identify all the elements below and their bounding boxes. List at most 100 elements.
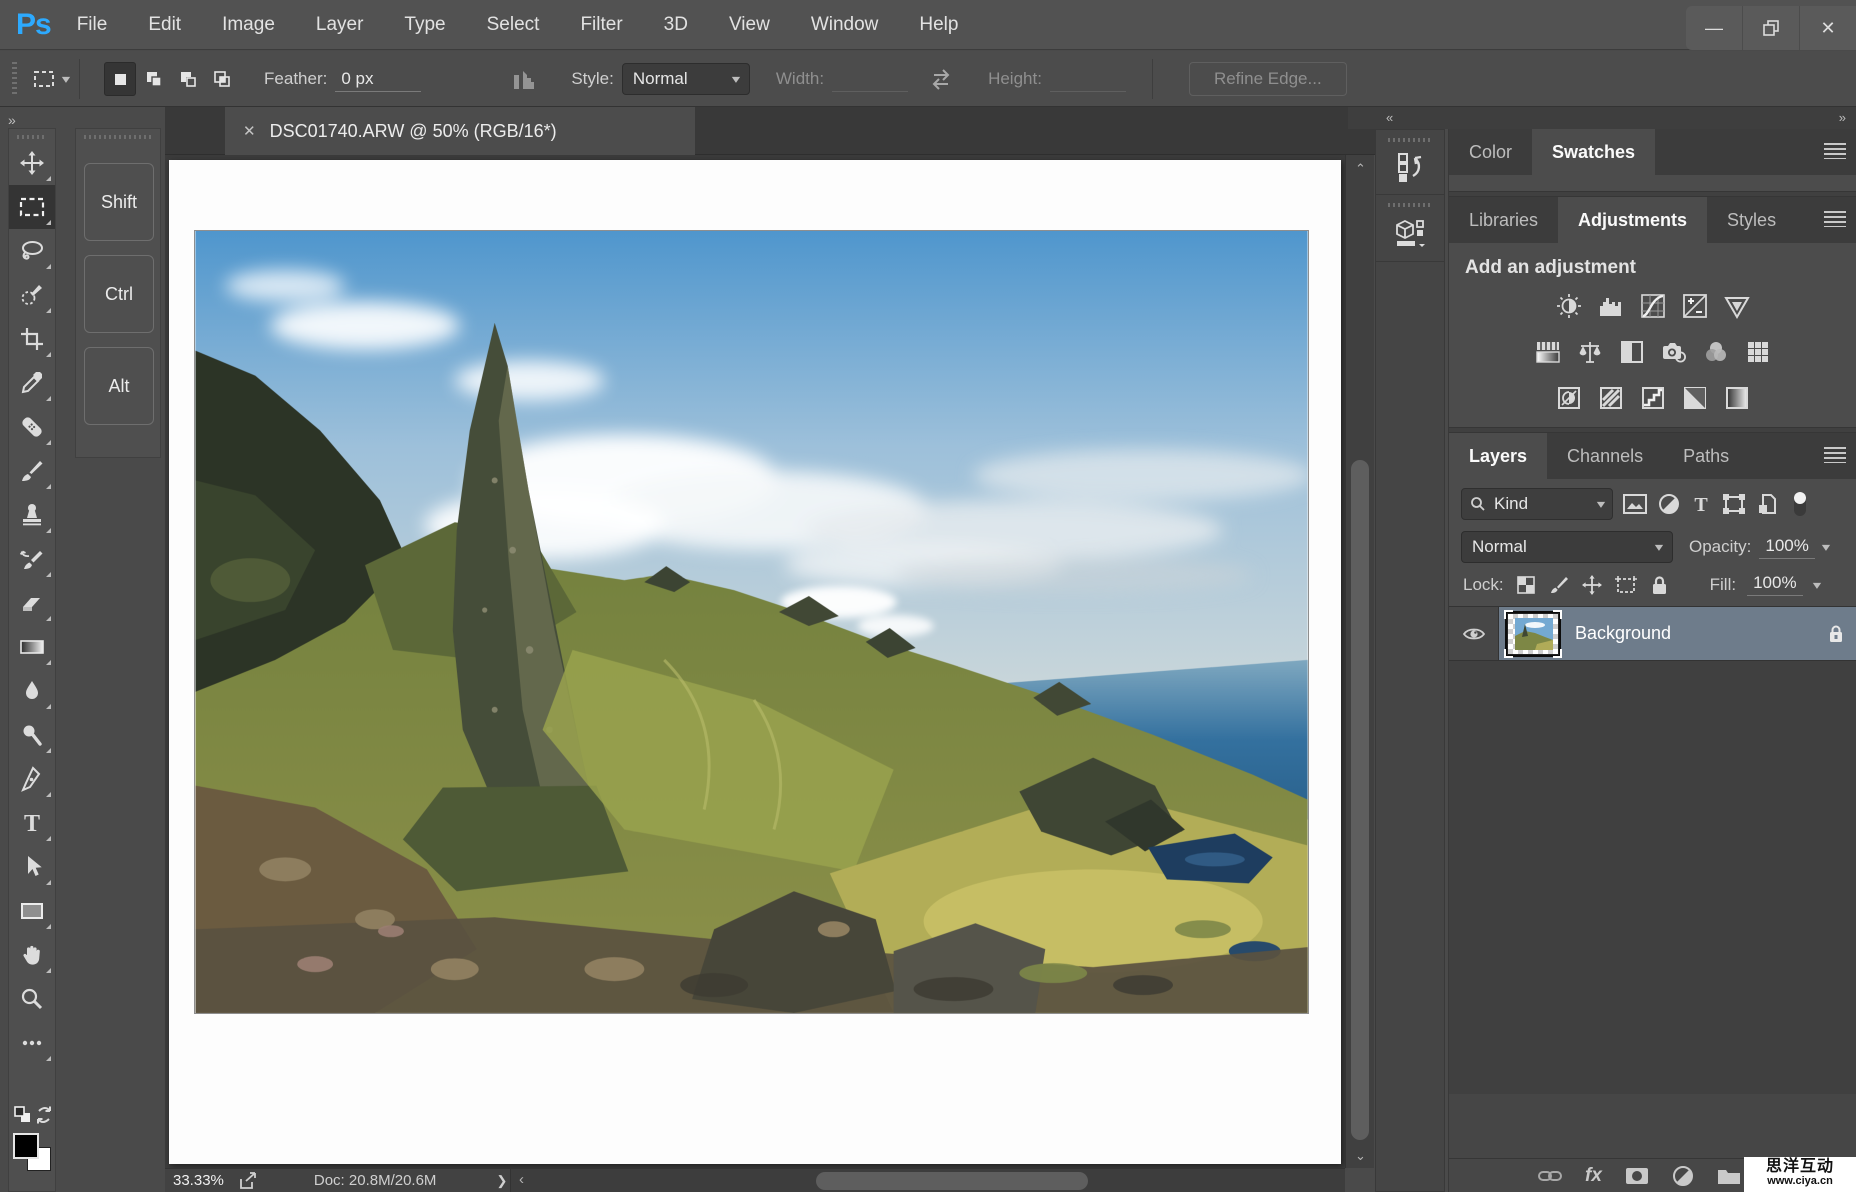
horizontal-scroll-thumb[interactable] (816, 1172, 1088, 1190)
landscape-photo[interactable] (194, 230, 1309, 1014)
close-tab-icon[interactable]: ✕ (243, 122, 256, 140)
expand-panels-chevrons[interactable]: » (1839, 110, 1846, 125)
channel-mixer-button[interactable] (1701, 337, 1731, 367)
toolbar-grip[interactable] (17, 135, 47, 139)
toolbar-expand-chevrons[interactable]: » (8, 112, 14, 128)
menu-type[interactable]: Type (404, 14, 445, 36)
doc-size-info[interactable]: Doc: 20.8M/20.6M (314, 1172, 437, 1189)
menu-file[interactable]: File (77, 14, 108, 36)
menu-help[interactable]: Help (919, 14, 958, 36)
lock-transparency-icon[interactable] (1515, 574, 1537, 596)
posterize-button[interactable] (1596, 383, 1626, 413)
subtract-from-selection-button[interactable] (172, 62, 204, 96)
panel-menu-icon[interactable] (1824, 143, 1846, 159)
history-panel-button[interactable] (1376, 130, 1444, 195)
threshold-button[interactable] (1638, 383, 1668, 413)
history-brush-tool[interactable] (9, 537, 55, 581)
fill-value[interactable]: 100% (1747, 573, 1802, 596)
tab-channels[interactable]: Channels (1547, 433, 1663, 479)
scroll-up-arrow[interactable]: ⌃ (1346, 161, 1375, 177)
minimize-button[interactable]: — (1686, 6, 1742, 50)
options-grip[interactable] (12, 62, 17, 96)
photo-filter-button[interactable] (1659, 337, 1689, 367)
default-colors-icon[interactable] (13, 1105, 33, 1125)
document-tab[interactable]: ✕ DSC01740.ARW @ 50% (RGB/16*) (225, 107, 695, 155)
type-tool[interactable]: T (9, 801, 55, 845)
status-expand-chevron[interactable]: ❯ (496, 1173, 507, 1189)
spot-healing-tool[interactable] (9, 405, 55, 449)
alt-key-button[interactable]: Alt (84, 347, 154, 425)
brightness-contrast-button[interactable] (1554, 291, 1584, 321)
artboard[interactable] (169, 160, 1341, 1164)
feather-input[interactable]: 0 px (335, 66, 421, 92)
zoom-tool[interactable] (9, 977, 55, 1021)
path-selection-tool[interactable] (9, 845, 55, 889)
menu-window[interactable]: Window (811, 14, 879, 36)
tab-color[interactable]: Color (1449, 129, 1532, 175)
panel-menu-icon[interactable] (1824, 211, 1846, 227)
vertical-scrollbar[interactable]: ⌃ ⌄ (1345, 155, 1374, 1168)
tool-preset-picker[interactable]: ▾ (31, 66, 69, 92)
tab-layers[interactable]: Layers (1449, 433, 1547, 479)
menu-select[interactable]: Select (487, 14, 540, 36)
close-button[interactable]: ✕ (1799, 6, 1856, 50)
gradient-tool[interactable] (9, 625, 55, 669)
zoom-level-field[interactable]: 33.33% (173, 1172, 224, 1189)
vibrance-button[interactable] (1722, 291, 1752, 321)
exposure-button[interactable] (1680, 291, 1710, 321)
filter-shape-layers-icon[interactable] (1721, 492, 1747, 516)
more-tools-button[interactable] (9, 1021, 55, 1065)
tab-paths[interactable]: Paths (1663, 433, 1749, 479)
filter-adjustment-layers-icon[interactable] (1657, 492, 1681, 516)
selective-color-button[interactable] (1722, 383, 1752, 413)
scroll-down-arrow[interactable]: ⌄ (1346, 1148, 1375, 1164)
hints-grip[interactable] (84, 135, 152, 139)
crop-tool[interactable] (9, 317, 55, 361)
vertical-scroll-thumb[interactable] (1351, 460, 1369, 1140)
lock-position-icon[interactable] (1581, 574, 1603, 596)
pen-tool[interactable] (9, 757, 55, 801)
lock-artboard-icon[interactable] (1614, 574, 1638, 596)
new-selection-button[interactable] (104, 62, 136, 96)
threed-panel-button[interactable] (1376, 195, 1444, 262)
canvas-viewport[interactable] (165, 155, 1345, 1168)
tab-libraries[interactable]: Libraries (1449, 197, 1558, 243)
layer-thumbnail[interactable] (1507, 613, 1559, 655)
restore-button[interactable] (1742, 6, 1799, 50)
fill-chevron-icon[interactable]: ▾ (1812, 578, 1820, 592)
opacity-chevron-icon[interactable]: ▾ (1822, 540, 1830, 554)
add-layer-mask-icon[interactable] (1624, 1166, 1650, 1186)
style-select[interactable]: Normal ▾ (622, 63, 750, 95)
gradient-map-button[interactable] (1680, 383, 1710, 413)
share-export-icon[interactable] (238, 1172, 258, 1190)
filter-pixel-layers-icon[interactable] (1622, 492, 1648, 516)
panel-menu-icon[interactable] (1824, 447, 1846, 463)
eraser-tool[interactable] (9, 581, 55, 625)
filter-smart-objects-icon[interactable] (1756, 492, 1780, 516)
menu-edit[interactable]: Edit (148, 14, 181, 36)
swap-colors-icon[interactable] (35, 1105, 53, 1125)
horizontal-scrollbar[interactable]: ‹ (510, 1169, 1345, 1192)
layer-style-fx-button[interactable]: fx (1585, 1165, 1602, 1187)
menu-3d[interactable]: 3D (664, 14, 688, 36)
new-adjustment-layer-icon[interactable] (1672, 1165, 1694, 1187)
layer-row-background[interactable]: Background (1449, 607, 1856, 661)
eyedropper-tool[interactable] (9, 361, 55, 405)
clone-stamp-tool[interactable] (9, 493, 55, 537)
menu-layer[interactable]: Layer (316, 14, 364, 36)
levels-button[interactable] (1596, 291, 1626, 321)
blend-mode-select[interactable]: Normal ▾ (1461, 531, 1673, 563)
blur-tool[interactable] (9, 669, 55, 713)
tab-styles[interactable]: Styles (1707, 197, 1796, 243)
dodge-tool[interactable] (9, 713, 55, 757)
color-lookup-button[interactable] (1743, 337, 1773, 367)
tab-adjustments[interactable]: Adjustments (1558, 197, 1707, 243)
shape-tool[interactable] (9, 889, 55, 933)
foreground-color-swatch[interactable] (13, 1133, 39, 1159)
link-layers-icon[interactable] (1537, 1168, 1563, 1184)
selected-layer-area[interactable]: Background (1499, 607, 1856, 660)
lock-all-icon[interactable] (1649, 574, 1669, 596)
invert-button[interactable] (1554, 383, 1584, 413)
scroll-left-arrow[interactable]: ‹ (519, 1171, 524, 1188)
brush-tool[interactable] (9, 449, 55, 493)
